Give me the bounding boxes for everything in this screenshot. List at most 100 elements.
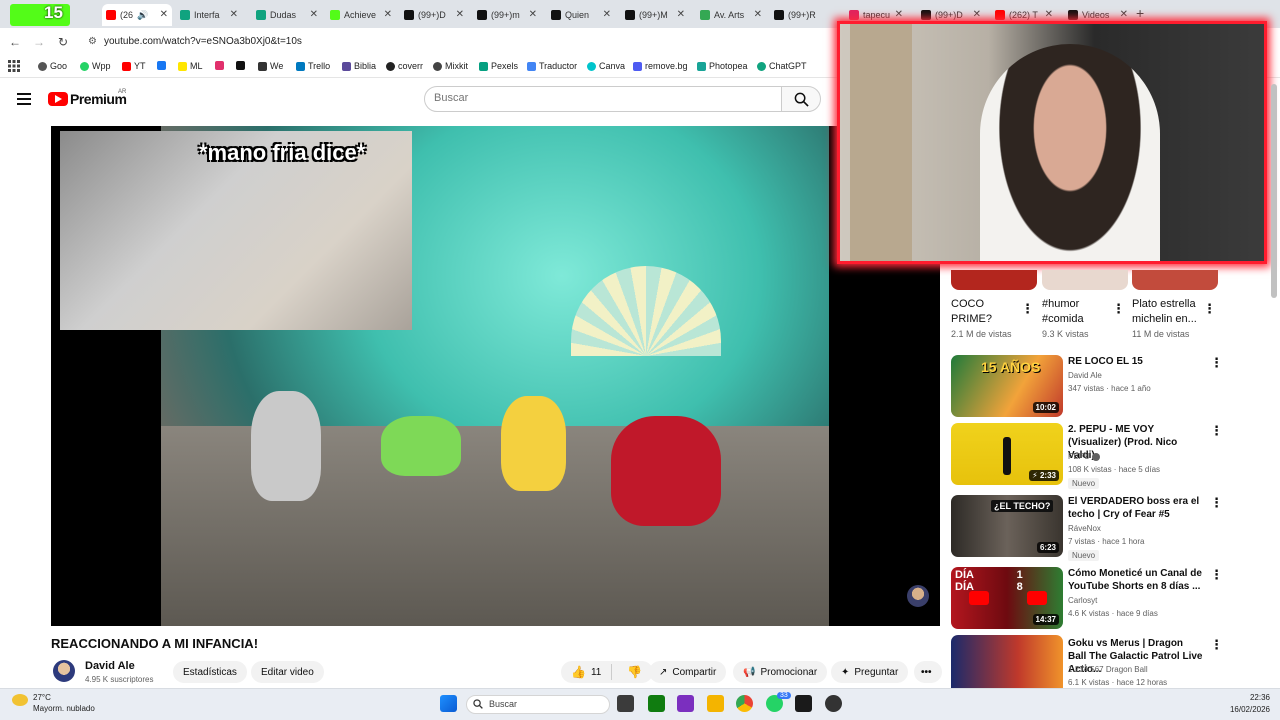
more-actions-button[interactable]: ••• [914, 661, 942, 683]
short-thumbnail[interactable] [1042, 270, 1128, 290]
search-input[interactable] [424, 86, 782, 112]
bookmark-coverr[interactable]: coverr [386, 61, 423, 71]
stats-button[interactable]: Estadísticas [173, 661, 247, 683]
bookmark-google[interactable]: Goo [38, 61, 67, 71]
short-title[interactable]: COCO PRIME? [951, 297, 1023, 327]
bookmark-whatsapp[interactable]: Wpp [80, 61, 111, 71]
obs-icon[interactable] [825, 695, 842, 712]
video-thumbnail[interactable] [951, 635, 1063, 688]
clock-time[interactable]: 22:36 [1228, 693, 1270, 702]
ask-button[interactable]: ✦ Preguntar [831, 661, 909, 683]
video-channel[interactable]: RáveNox [1068, 524, 1101, 533]
bookmark-mixkit[interactable]: Mixkit [433, 61, 468, 71]
bookmark-translator[interactable]: Traductor [527, 61, 577, 71]
more-vert-icon[interactable]: ⋮ [1210, 495, 1223, 511]
channel-avatar[interactable] [53, 660, 75, 682]
windows-start-icon[interactable] [440, 695, 457, 712]
share-button[interactable]: ↗ Compartir [649, 661, 727, 683]
video-channel[interactable]: David Ale [1068, 371, 1102, 380]
short-title[interactable]: Plato estrella michelin en... [1132, 297, 1204, 327]
bookmark-mercadolibre[interactable]: ML [178, 61, 203, 71]
short-thumbnail[interactable] [1132, 270, 1218, 290]
bookmark-biblia[interactable]: Biblia [342, 61, 376, 71]
weather-temperature[interactable]: 27°C [33, 693, 51, 702]
tab[interactable]: (99+)D ✕ [400, 4, 468, 26]
close-icon[interactable]: ✕ [230, 9, 238, 20]
video-thumbnail[interactable]: DÍA 1 DÍA 8 14:37 [951, 567, 1063, 629]
video-channel[interactable]: PEPU [1068, 452, 1101, 461]
tab[interactable]: Quien ✕ [547, 4, 615, 26]
weather-cloud-icon[interactable] [12, 694, 28, 706]
more-vert-icon[interactable]: ⋮ [1021, 301, 1034, 317]
tab[interactable]: Achieve ✕ [326, 4, 396, 26]
clock-date[interactable]: 16/02/2026 [1228, 705, 1270, 714]
close-icon[interactable]: ✕ [973, 9, 981, 20]
bookmark-canva[interactable]: Canva [587, 61, 625, 71]
channel-name[interactable]: David Ale [85, 660, 135, 672]
video-title-link[interactable]: El VERDADERO boss era el techo | Cry of … [1068, 495, 1203, 521]
video-title-link[interactable]: Cómo Moneticé un Canal de YouTube Shorts… [1068, 567, 1203, 593]
dislike-button[interactable]: 👎 [617, 661, 652, 683]
video-player[interactable]: *mano fria dice* [51, 126, 940, 626]
bookmark-facebook[interactable] [157, 61, 166, 70]
more-vert-icon[interactable]: ⋮ [1210, 423, 1223, 439]
close-icon[interactable]: ✕ [160, 9, 168, 20]
short-title[interactable]: #humor #comida [1042, 297, 1114, 327]
promote-button[interactable]: 📢 Promocionar [733, 661, 828, 683]
site-info-icon[interactable]: ⚙ [88, 36, 97, 47]
more-vert-icon[interactable]: ⋮ [1210, 355, 1223, 371]
more-vert-icon[interactable]: ⋮ [1203, 301, 1216, 317]
page-scrollbar[interactable] [1271, 84, 1277, 298]
close-icon[interactable]: ✕ [1045, 9, 1053, 20]
back-arrow-icon[interactable]: ← [9, 35, 21, 49]
more-vert-icon[interactable]: ⋮ [1210, 637, 1223, 653]
capcut-icon[interactable] [795, 695, 812, 712]
forward-arrow-icon[interactable]: → [33, 35, 45, 49]
bookmark-we[interactable]: We [258, 61, 283, 71]
video-thumbnail[interactable]: ¿EL TECHO? 6:23 [951, 495, 1063, 557]
more-vert-icon[interactable]: ⋮ [1210, 567, 1223, 583]
more-vert-icon[interactable]: ⋮ [1112, 301, 1125, 317]
reload-icon[interactable]: ↻ [58, 35, 68, 49]
url-field[interactable]: youtube.com/watch?v=eSNOa3b0Xj0&t=10s [104, 36, 302, 47]
close-icon[interactable]: ✕ [456, 9, 464, 20]
video-channel[interactable]: Carlosyt [1068, 596, 1097, 605]
tab-youtube-active[interactable]: (26 🔊 ✕ [102, 4, 172, 26]
youtube-logo-icon[interactable] [48, 92, 68, 106]
weather-description[interactable]: Mayorm. nublado [33, 704, 95, 713]
close-icon[interactable]: ✕ [677, 9, 685, 20]
bookmark-pexels[interactable]: Pexels [479, 61, 518, 71]
bookmark-instagram[interactable] [215, 61, 224, 70]
bookmark-tiktok[interactable] [236, 61, 245, 70]
close-icon[interactable]: ✕ [310, 9, 318, 20]
video-thumbnail[interactable]: 15 AÑOS 10:02 [951, 355, 1063, 417]
video-title-link[interactable]: RE LOCO EL 15 [1068, 355, 1203, 368]
video-thumbnail[interactable]: ⚡ 2:33 [951, 423, 1063, 485]
close-icon[interactable]: ✕ [895, 9, 903, 20]
search-button[interactable] [781, 86, 821, 112]
file-explorer-icon[interactable] [707, 695, 724, 712]
bookmark-youtube[interactable]: YT [122, 61, 146, 71]
close-icon[interactable]: ✕ [754, 9, 762, 20]
app-icon[interactable] [677, 695, 694, 712]
channel-watermark-icon[interactable] [907, 585, 929, 607]
task-view-icon[interactable] [617, 695, 634, 712]
close-icon[interactable]: ✕ [1120, 9, 1128, 20]
apps-grid-icon[interactable] [8, 60, 20, 72]
tab[interactable]: (99+)M ✕ [621, 4, 689, 26]
close-icon[interactable]: ✕ [384, 9, 392, 20]
edit-video-button[interactable]: Editar video [251, 661, 324, 683]
bookmark-chatgpt[interactable]: ChatGPT [757, 61, 807, 71]
short-thumbnail[interactable] [951, 270, 1037, 290]
close-icon[interactable]: ✕ [603, 9, 611, 20]
bookmark-photopea[interactable]: Photopea [697, 61, 748, 71]
close-icon[interactable]: ✕ [529, 9, 537, 20]
bookmark-removebg[interactable]: remove.bg [633, 61, 688, 71]
tab[interactable]: (99+)m ✕ [473, 4, 541, 26]
tab[interactable]: (99+)R [770, 4, 838, 26]
menu-icon[interactable] [17, 93, 31, 105]
tab[interactable]: Av. Arts ✕ [696, 4, 766, 26]
new-tab-icon[interactable]: + [1136, 5, 1144, 21]
taskbar-search-input[interactable] [466, 695, 610, 714]
bookmark-trello[interactable]: Trello [296, 61, 330, 71]
